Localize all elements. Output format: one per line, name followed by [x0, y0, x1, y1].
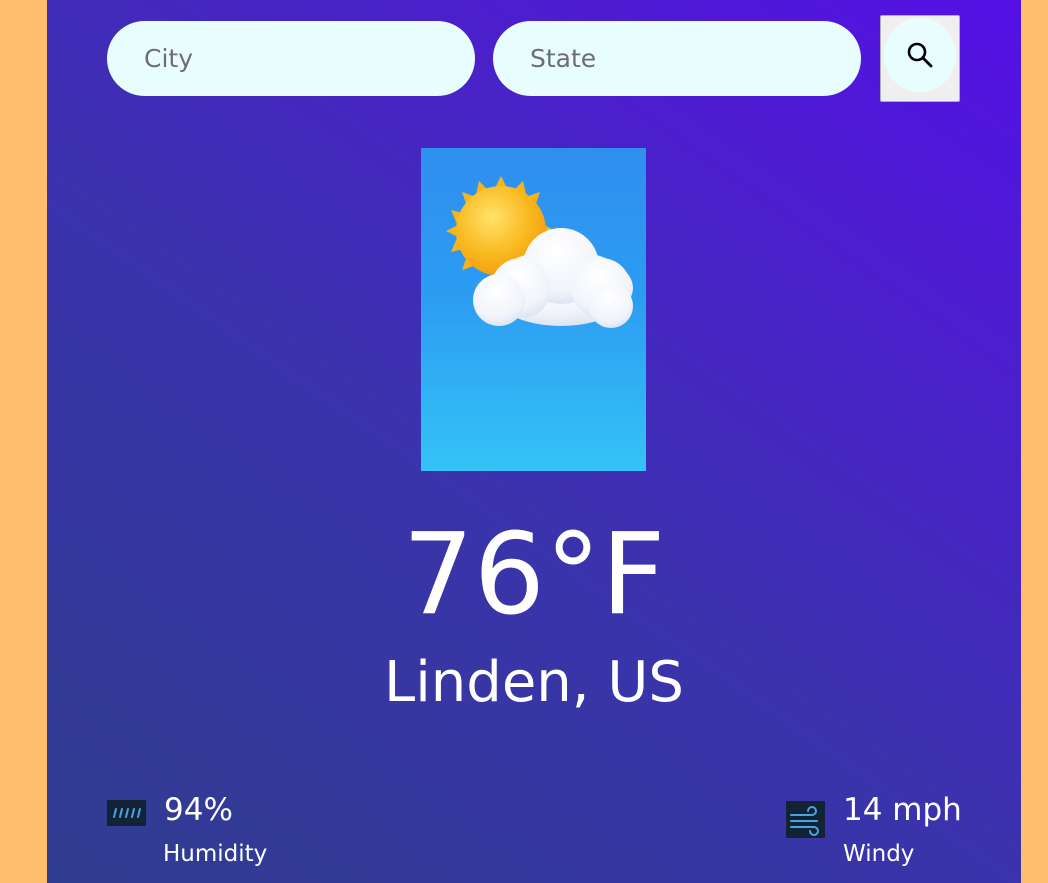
- temperature: 76°F: [402, 510, 666, 640]
- search-icon: [884, 18, 956, 92]
- wind-icon: [786, 801, 825, 842]
- weather-card: 76°F Linden, US 94% Humidity: [47, 0, 1021, 883]
- location-name: Linden, US: [384, 650, 684, 715]
- search-button[interactable]: [880, 15, 960, 102]
- humidity-label: Humidity: [163, 841, 268, 867]
- humidity-icon: [107, 800, 146, 830]
- partly-cloudy-icon: [421, 148, 646, 471]
- state-input[interactable]: [493, 21, 861, 96]
- city-input[interactable]: [107, 21, 475, 96]
- wind-label: Windy: [843, 841, 915, 867]
- wind-value: 14 mph: [843, 792, 962, 828]
- humidity-value: 94%: [164, 792, 233, 828]
